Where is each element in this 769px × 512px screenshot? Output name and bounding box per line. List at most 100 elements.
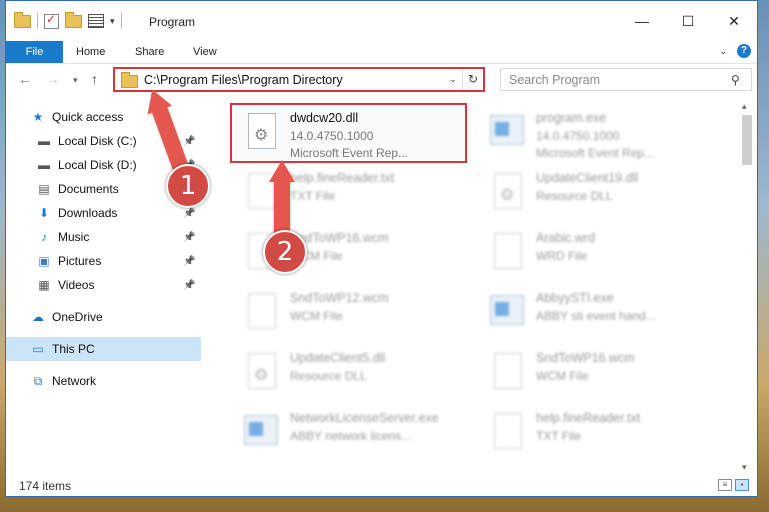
sidebar-item-network[interactable]: ⧉ Network [6,369,201,393]
file-item[interactable]: SndToWP16.wcm WCM File [476,345,716,403]
file-name: SndToWP16.wcm [536,351,635,365]
video-icon: ▦ [38,278,50,292]
sidebar-item-label: OneDrive [52,310,103,324]
file-detail: TXT File [536,429,582,443]
sidebar-item-label: Documents [58,182,119,196]
dll-icon: ⚙ [488,173,524,215]
close-button[interactable]: ✕ [711,1,757,41]
dll-icon: ⚙ [242,353,278,395]
file-name: program.exe [536,111,607,125]
file-detail: 14.0.4750.1000 [290,129,374,143]
expand-ribbon-chevron-icon[interactable]: ⌄ [719,46,727,57]
search-icon[interactable]: ⚲ [731,73,751,87]
quick-access-toolbar: ▾ [14,11,122,29]
sidebar-item-label: Downloads [58,206,118,220]
file-item[interactable]: program.exe 14.0.4750.1000 Microsoft Event… [476,105,716,163]
ribbon: File Home Share View ⌄ ? [6,41,757,64]
file-item[interactable]: AbbyySTI.exe ABBY sti event hand... [476,285,716,343]
gear-icon: ⚙ [254,367,269,384]
window-controls: — ☐ ✕ [619,1,757,41]
gear-icon: ⚙ [254,127,269,144]
address-path[interactable]: C:\Program Files\Program Directory [144,73,444,87]
sidebar-item-this-pc[interactable]: ▭ This PC [6,337,201,361]
scroll-up-icon[interactable]: ▴ [742,101,747,112]
app-icon [488,293,524,335]
recent-locations-chevron-icon[interactable]: ▾ [73,75,78,86]
maximize-button[interactable]: ☐ [665,1,711,41]
file-name: dwdcw20.dll [290,111,359,125]
file-item[interactable]: help.fineReader.txt TXT File [476,405,716,461]
properties-check-icon[interactable] [44,12,59,29]
file-item[interactable]: Arabic.wrd WRD File [476,225,716,283]
file-description: Microsoft Event Rep... [536,146,655,160]
file-detail: ABBY network licens... [290,429,412,443]
search-box[interactable]: Search Program ⚲ [500,68,752,91]
file-item[interactable]: ⚙ dwdcw20.dll 14.0.4750.1000 Microsoft Even… [230,105,470,163]
file-detail: 14.0.4750.1000 [536,129,620,143]
scrollbar-thumb[interactable] [742,115,752,165]
details-view-icon[interactable]: ≡ [718,479,732,491]
music-icon: ♪ [41,230,47,244]
view-toggle: ≡ ▪ [718,479,749,491]
drive-icon: ▬ [38,158,50,172]
search-input[interactable]: Search Program [509,73,731,87]
sidebar-item-label: This PC [52,342,95,356]
toolbar-divider [37,13,38,29]
file-item[interactable]: ⚙ UpdateClient5.dll Resource DLL [230,345,470,403]
drive-icon: ▬ [38,134,50,148]
large-icons-view-icon[interactable]: ▪ [735,479,749,491]
address-bar[interactable]: C:\Program Files\Program Directory ⌄ ↻ [113,67,485,92]
folder-icon [14,11,31,28]
tab-view[interactable]: View [193,41,217,63]
file-detail: WCM File [536,369,589,383]
file-icon [242,293,278,335]
file-name: AbbyySTI.exe [536,291,614,305]
pin-icon: 📌 [183,255,196,267]
back-arrow-icon[interactable]: ← [18,71,32,87]
navigation-bar: ← → ▾ ↑ C:\Program Files\Program Directo… [6,64,757,96]
dll-icon: ⚙ [242,113,278,155]
address-dropdown-chevron-icon[interactable]: ⌄ [444,74,462,85]
help-icon[interactable]: ? [737,44,751,58]
file-list: ⚙ dwdcw20.dll 14.0.4750.1000 Microsoft Even… [218,101,738,461]
file-detail: Resource DLL [290,369,367,383]
app-icon [488,113,524,155]
file-item[interactable]: ⚙ UpdateClient19.dll Resource DLL [476,165,716,223]
sidebar-item-videos[interactable]: ▦ Videos 📌 [6,273,201,297]
sidebar-item-label: Quick access [52,110,124,124]
item-count: 174 items [19,479,72,493]
minimize-button[interactable]: — [619,1,665,41]
file-detail: Resource DLL [536,189,613,203]
sidebar-item-pictures[interactable]: ▣ Pictures 📌 [6,249,201,273]
file-description: Microsoft Event Rep... [290,146,409,160]
tab-home[interactable]: Home [76,41,105,63]
status-bar: 174 items ≡ ▪ [6,475,757,497]
tab-share[interactable]: Share [135,41,164,63]
vertical-scrollbar[interactable]: ▴ ▾ [739,101,755,473]
file-name: NetworkLicenseServer.exe [290,411,439,425]
forward-arrow-icon[interactable]: → [46,71,60,87]
scroll-down-icon[interactable]: ▾ [742,462,747,473]
refresh-icon[interactable]: ↻ [462,69,483,90]
sidebar-item-onedrive[interactable]: ☁ OneDrive [6,305,201,329]
file-name: Arabic.wrd [536,231,596,245]
file-item[interactable]: NetworkLicenseServer.exe ABBY network lic… [230,405,470,461]
sidebar-item-label: Local Disk (D:) [58,158,137,172]
file-name: SndToWP12.wcm [290,291,389,305]
network-icon: ⧉ [33,373,43,388]
view-options-icon[interactable] [88,14,104,28]
toolbar-divider [120,13,122,29]
sidebar-item-downloads[interactable]: ⬇ Downloads 📌 [6,201,201,225]
annotation-step-1: 1 [166,164,210,208]
sidebar-item-label: Network [52,374,97,388]
new-folder-icon[interactable] [65,11,82,28]
up-arrow-icon[interactable]: ↑ [91,71,98,87]
file-detail: ABBY sti event hand... [536,309,656,323]
tab-file[interactable]: File [6,41,63,63]
star-icon: ★ [32,110,44,124]
pin-icon: 📌 [183,135,196,147]
file-item[interactable]: SndToWP12.wcm WCM File [230,285,470,343]
file-item[interactable]: help.fineReader.txt TXT File [230,165,470,223]
customize-toolbar-chevron-icon[interactable]: ▾ [110,16,115,27]
sidebar-item-music[interactable]: ♪ Music 📌 [6,225,201,249]
